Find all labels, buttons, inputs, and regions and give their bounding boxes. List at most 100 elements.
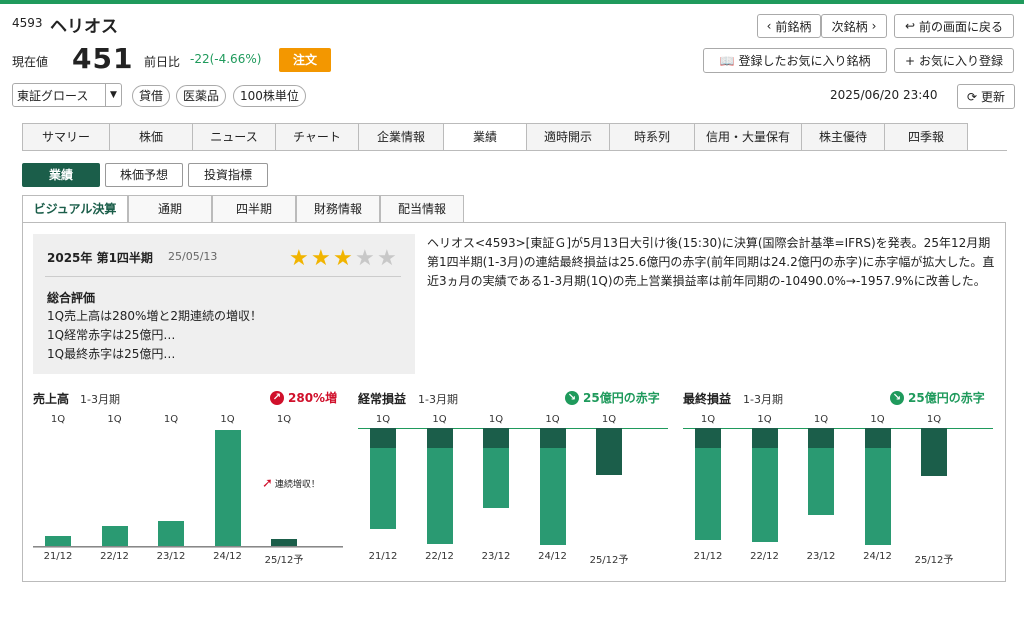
chart-bar (158, 521, 184, 546)
order-button[interactable]: 注文 (279, 48, 331, 72)
chart-tick-label: 21/12 (368, 551, 398, 562)
chart-ordinary-badge: ↘ 25億円の赤字 (565, 389, 660, 406)
chart-quarter-label: 1Q (757, 414, 772, 425)
chart-tick-label: 24/12 (863, 551, 892, 562)
chart-quarter-label: 1Q (601, 414, 617, 425)
top-accent-bar (0, 0, 1024, 4)
chart-quarter-label: 1Q (488, 414, 504, 425)
chart-bar (864, 428, 891, 545)
chart-sales-period: 1-3月期 (80, 393, 120, 406)
favorite-list-button[interactable]: 📖 登録したお気に入り銘柄 (703, 48, 887, 73)
eval-line: 1Q売上高は280%増と2期連続の増収！ (47, 309, 263, 323)
subbutton-earnings[interactable]: 業績 (22, 163, 100, 187)
tab-benefits[interactable]: 株主優待 (801, 123, 885, 151)
arrow-right-icon: ➚ (262, 476, 273, 491)
subbutton-forecast[interactable]: 株価予想 (105, 163, 183, 187)
tab-disclosure[interactable]: 適時開示 (526, 123, 610, 151)
chart-quarter-label: 1Q (163, 414, 179, 425)
plus-icon: + (904, 53, 916, 68)
chart-bar (808, 428, 834, 515)
chart-quarter-label: 1Q (432, 414, 447, 425)
star-filled-icon: ★ (289, 246, 309, 271)
chart-tick-label: 24/12 (538, 551, 567, 562)
eval-line: 1Q最終赤字は25億円… (47, 347, 176, 361)
chart-tick-label: 25/12予 (589, 555, 629, 566)
chart-tick-label: 25/12予 (264, 555, 304, 566)
chart-quarter-label: 1Q (870, 414, 885, 425)
summary-date: 25/05/13 (168, 250, 218, 263)
tab-earnings[interactable]: 業績 (443, 123, 527, 151)
chart-net-period: 1-3月期 (743, 393, 783, 406)
chart-quarter-label: 1Q (276, 414, 292, 425)
chart-tick-label: 22/12 (750, 551, 779, 562)
chevron-right-icon: › (871, 19, 877, 33)
star-empty-icon: ★ (377, 246, 397, 271)
refresh-button[interactable]: ⟳ 更新 (957, 84, 1015, 109)
subbutton-indicators[interactable]: 投資指標 (188, 163, 268, 187)
earnings-description: ヘリオス<4593>[東証Ｇ]が5月13日大引け後(15:30)に決算(国際会計… (427, 236, 995, 288)
chart-net-badge: ↘ 25億円の赤字 (890, 389, 985, 406)
chart-bar (483, 428, 509, 508)
chart-sales-badge: ↗ 280%増 (270, 389, 337, 406)
star-filled-icon: ★ (333, 246, 353, 271)
chart-tick-label: 21/12 (43, 551, 73, 562)
return-icon: ↩ (904, 19, 916, 33)
chart-bar (695, 428, 721, 540)
dropdown-arrow-icon: ▼ (105, 84, 121, 106)
tab-company[interactable]: 企業情報 (358, 123, 444, 151)
chart-tick-label: 23/12 (481, 551, 511, 562)
chart-quarter-label: 1Q (813, 414, 829, 425)
viewtab-quarterly[interactable]: 四半期 (212, 195, 296, 223)
prev-stock-button[interactable]: ‹ 前銘柄 (757, 14, 821, 38)
book-icon: 📖 (719, 53, 735, 68)
viewtab-annual[interactable]: 通期 (128, 195, 212, 223)
back-button[interactable]: ↩ 前の画面に戻る (894, 14, 1014, 38)
tab-shikiho[interactable]: 四季報 (884, 123, 968, 151)
arrow-up-right-icon: ↗ (270, 390, 284, 405)
viewtab-financial[interactable]: 財務情報 (296, 195, 380, 223)
viewtab-visual[interactable]: ビジュアル決算 (22, 195, 128, 223)
sales-annotation: ➚ 連続増収！ (262, 476, 320, 491)
arrow-down-right-icon: ↘ (890, 390, 904, 405)
chart-bar (101, 526, 128, 546)
tab-stock-price[interactable]: 株価 (109, 123, 193, 151)
chart-bar (271, 539, 297, 546)
chip-sector: 医薬品 (176, 85, 227, 107)
chart-bar (539, 428, 566, 545)
tab-margin[interactable]: 信用・大量保有 (694, 123, 802, 151)
chart-tick-label: 23/12 (806, 551, 836, 562)
refresh-icon: ⟳ (966, 89, 978, 104)
chart-bar (426, 428, 453, 544)
summary-period: 2025年 第1四半期 (47, 251, 153, 265)
next-stock-button[interactable]: 次銘柄 › (821, 14, 887, 38)
chart-bar (45, 536, 71, 546)
star-filled-icon: ★ (311, 246, 331, 271)
chart-bar (370, 428, 396, 529)
market-select[interactable]: 東証グロース ▼ (12, 83, 122, 107)
chart-tick-label: 21/12 (693, 551, 723, 562)
chart-tick-label: 22/12 (425, 551, 454, 562)
star-empty-icon: ★ (355, 246, 375, 271)
update-datetime: 2025/06/20 23:40 (830, 88, 938, 102)
chart-quarter-label: 1Q (375, 414, 391, 425)
current-price: 451 (72, 42, 134, 75)
price-diff: -22(-4.66%) (190, 52, 262, 66)
chart-quarter-label: 1Q (926, 414, 942, 425)
tab-timeseries[interactable]: 時系列 (609, 123, 695, 151)
chart-quarter-label: 1Q (700, 414, 716, 425)
tab-divider (22, 150, 1007, 151)
tab-news[interactable]: ニュース (192, 123, 276, 151)
chart-tick-label: 24/12 (213, 551, 242, 562)
chart-quarter-label: 1Q (545, 414, 560, 425)
arrow-down-right-icon: ↘ (565, 390, 579, 405)
tab-chart[interactable]: チャート (275, 123, 359, 151)
eval-line: 1Q経常赤字は25億円… (47, 328, 176, 342)
chart-quarter-label: 1Q (50, 414, 66, 425)
chip-margin: 貸借 (132, 85, 171, 107)
summary-divider (45, 276, 401, 277)
viewtab-dividend[interactable]: 配当情報 (380, 195, 464, 223)
chart-net-title: 最終損益 (683, 392, 732, 406)
chart-tick-label: 22/12 (100, 551, 129, 562)
tab-summary[interactable]: サマリー (22, 123, 110, 151)
add-favorite-button[interactable]: + お気に入り登録 (894, 48, 1014, 73)
